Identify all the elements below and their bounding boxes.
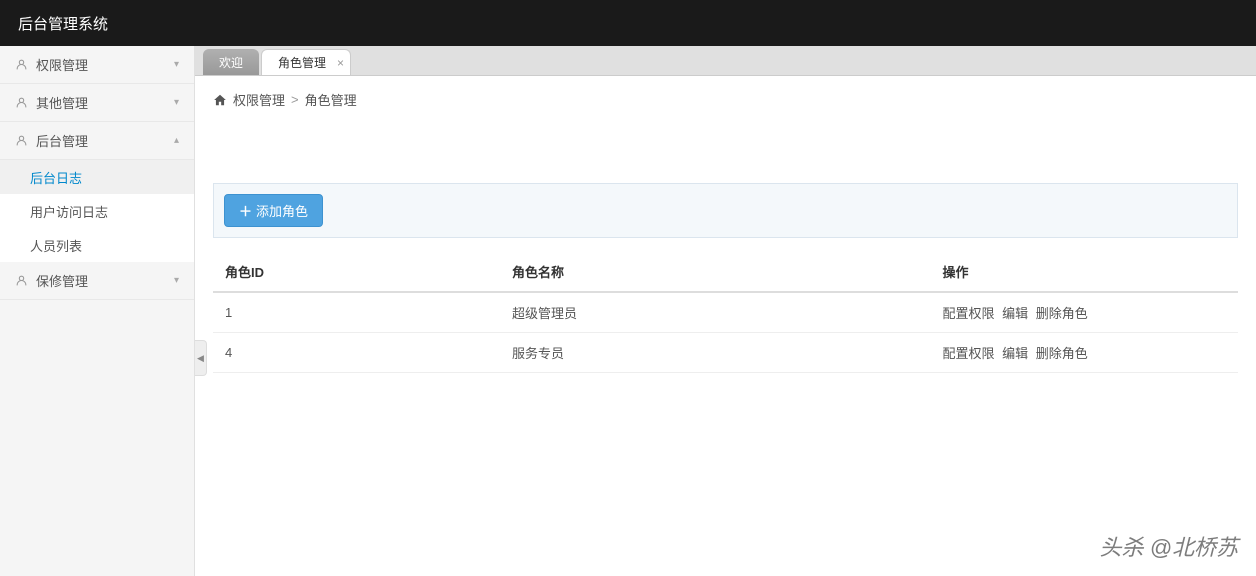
- chevron-up-icon: ▴: [174, 135, 179, 146]
- action-delete-role[interactable]: 删除角色: [1036, 346, 1088, 361]
- col-operations: 操作: [931, 252, 1239, 292]
- action-edit[interactable]: 编辑: [1002, 306, 1028, 321]
- cell-role-id: 4: [213, 333, 500, 373]
- tab-label: 欢迎: [219, 54, 243, 71]
- user-icon: [15, 274, 28, 287]
- tab-welcome[interactable]: 欢迎: [203, 49, 259, 75]
- sidebar-sub-staff-list[interactable]: 人员列表: [0, 228, 194, 262]
- col-role-name: 角色名称: [500, 252, 931, 292]
- user-icon: [15, 58, 28, 71]
- action-bar: ＋ 添加角色: [213, 183, 1238, 238]
- sidebar-sub-backend-log[interactable]: 后台日志: [0, 160, 194, 194]
- user-icon: [15, 134, 28, 147]
- tab-label: 角色管理: [278, 54, 326, 71]
- cell-role-name: 超级管理员: [500, 292, 931, 333]
- sidebar-label: 权限管理: [36, 55, 174, 74]
- sidebar-label: 保修管理: [36, 271, 174, 290]
- cell-operations: 配置权限 编辑 删除角色: [931, 333, 1239, 373]
- tab-bar: 欢迎 角色管理 ×: [195, 46, 1256, 76]
- breadcrumb-parent[interactable]: 权限管理: [233, 90, 285, 109]
- cell-role-name: 服务专员: [500, 333, 931, 373]
- breadcrumb: 权限管理 > 角色管理: [195, 76, 1256, 123]
- action-config-permission[interactable]: 配置权限: [943, 346, 995, 361]
- user-icon: [15, 96, 28, 109]
- action-delete-role[interactable]: 删除角色: [1036, 306, 1088, 321]
- breadcrumb-separator: >: [291, 92, 299, 107]
- button-label: 添加角色: [256, 201, 308, 220]
- action-config-permission[interactable]: 配置权限: [943, 306, 995, 321]
- sub-label: 人员列表: [30, 236, 82, 255]
- sidebar-item-backend[interactable]: 后台管理 ▴: [0, 122, 194, 160]
- sub-label: 后台日志: [30, 168, 82, 187]
- roles-table: 角色ID 角色名称 操作 1 超级管理员 配置权限 编辑 删除角色: [213, 252, 1238, 373]
- app-header: 后台管理系统: [0, 0, 1256, 46]
- sidebar-sub-user-access-log[interactable]: 用户访问日志: [0, 194, 194, 228]
- plus-icon: ＋: [239, 201, 252, 220]
- sidebar-item-permission[interactable]: 权限管理 ▾: [0, 46, 194, 84]
- close-icon[interactable]: ×: [337, 56, 344, 70]
- action-edit[interactable]: 编辑: [1002, 346, 1028, 361]
- table-row: 1 超级管理员 配置权限 编辑 删除角色: [213, 292, 1238, 333]
- chevron-down-icon: ▾: [174, 275, 179, 286]
- chevron-down-icon: ▾: [174, 59, 179, 70]
- col-role-id: 角色ID: [213, 252, 500, 292]
- collapse-handle[interactable]: ◀: [195, 340, 207, 376]
- chevron-down-icon: ▾: [174, 97, 179, 108]
- sidebar-item-other[interactable]: 其他管理 ▾: [0, 84, 194, 122]
- sub-label: 用户访问日志: [30, 202, 108, 221]
- breadcrumb-current: 角色管理: [305, 90, 357, 109]
- sidebar-item-warranty[interactable]: 保修管理 ▾: [0, 262, 194, 300]
- table-row: 4 服务专员 配置权限 编辑 删除角色: [213, 333, 1238, 373]
- home-icon: [213, 93, 227, 107]
- add-role-button[interactable]: ＋ 添加角色: [224, 194, 323, 227]
- cell-operations: 配置权限 编辑 删除角色: [931, 292, 1239, 333]
- main-content: 欢迎 角色管理 × 权限管理 > 角色管理 ◀ ＋ 添加角色: [195, 46, 1256, 576]
- tab-role-management[interactable]: 角色管理 ×: [261, 49, 351, 75]
- sidebar-label: 后台管理: [36, 131, 174, 150]
- cell-role-id: 1: [213, 292, 500, 333]
- app-title: 后台管理系统: [18, 13, 108, 34]
- sidebar-submenu: 后台日志 用户访问日志 人员列表: [0, 160, 194, 262]
- sidebar: 权限管理 ▾ 其他管理 ▾ 后台管理 ▴ 后台日志 用户访问日志 人员列表: [0, 46, 195, 576]
- sidebar-label: 其他管理: [36, 93, 174, 112]
